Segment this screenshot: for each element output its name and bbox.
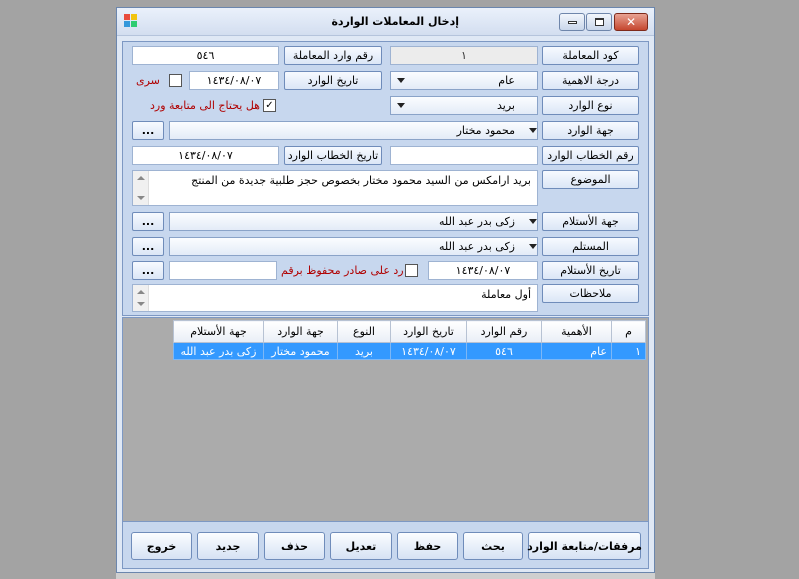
needs-followup-label: هل يحتاج الى متابعة ورد: [150, 99, 260, 112]
reply-saved-checkbox[interactable]: [405, 264, 418, 277]
chevron-down-icon: [397, 103, 405, 108]
column-header[interactable]: جهة الأستلام: [173, 320, 264, 343]
transactions-table: م الأهمية رقم الوارد تاريخ الوارد النوع …: [173, 320, 646, 360]
chevron-down-icon: [397, 78, 405, 83]
reply-saved-browse-button[interactable]: ...: [132, 261, 164, 280]
table-cell[interactable]: عام: [541, 342, 612, 360]
action-buttons-panel: مرفقات/متابعة الوارد بحث حفظ تعديل حذف ج…: [122, 521, 649, 569]
incoming-transactions-window: إدخال المعاملات الواردة ✕ كود المعاملة ١…: [116, 7, 655, 573]
incoming-party-value: محمود مختار: [456, 124, 515, 137]
scroll-up-icon: [137, 290, 145, 294]
recipient-select[interactable]: زكى بدر عبد الله: [169, 237, 538, 256]
notes-textarea[interactable]: أول معاملة: [132, 284, 538, 312]
subject-text: بريد ارامكس من السيد محمود مختار بخصوص ح…: [191, 174, 531, 187]
incoming-date-field[interactable]: ١٤٣٤/٠٨/٠٧: [189, 71, 279, 90]
column-header[interactable]: رقم الوارد: [466, 320, 542, 343]
minimize-button[interactable]: [559, 13, 585, 31]
table-cell[interactable]: ٥٤٦: [466, 342, 542, 360]
receiving-party-browse-button[interactable]: ...: [132, 212, 164, 231]
importance-value: عام: [498, 74, 515, 87]
secret-label: سرى: [136, 74, 160, 87]
reply-saved-label: رد على صادر محفوظ برقم: [281, 264, 404, 277]
exit-button[interactable]: خروج: [131, 532, 192, 560]
needs-followup-checkbox[interactable]: ✓: [263, 99, 276, 112]
recipient-label: المستلم: [542, 237, 639, 256]
new-button[interactable]: جديد: [197, 532, 259, 560]
receiving-party-select[interactable]: زكى بدر عبد الله: [169, 212, 538, 231]
attachments-button[interactable]: مرفقات/متابعة الوارد: [527, 532, 642, 560]
subject-scrollbar[interactable]: [133, 171, 149, 205]
secret-checkbox[interactable]: [169, 74, 182, 87]
table-header-row: م الأهمية رقم الوارد تاريخ الوارد النوع …: [173, 320, 646, 343]
letter-number-label: رقم الخطاب الوارد: [542, 146, 639, 165]
search-button[interactable]: بحث: [463, 532, 523, 560]
form-panel: كود المعاملة ١ رقم وارد المعاملة ٥٤٦ درج…: [122, 41, 649, 316]
maximize-button[interactable]: [586, 13, 612, 31]
incoming-type-value: بريد: [497, 99, 515, 112]
receiving-party-value: زكى بدر عبد الله: [439, 215, 515, 228]
table-row[interactable]: ١ عام ٥٤٦ ١٤٣٤/٠٨/٠٧ بريد محمود مختار زك…: [173, 342, 646, 360]
app-icon: [124, 14, 138, 28]
scroll-up-icon: [137, 176, 145, 180]
minimize-icon: [567, 20, 577, 24]
incoming-party-browse-button[interactable]: ...: [132, 121, 164, 140]
save-button[interactable]: حفظ: [397, 532, 458, 560]
incoming-date-label: تاريخ الوارد: [284, 71, 382, 90]
title-bar: إدخال المعاملات الواردة ✕: [117, 8, 654, 36]
column-header[interactable]: م: [611, 320, 646, 343]
reply-saved-field[interactable]: [169, 261, 277, 280]
delete-button[interactable]: حذف: [264, 532, 325, 560]
recipient-value: زكى بدر عبد الله: [439, 240, 515, 253]
incoming-number-field[interactable]: ٥٤٦: [132, 46, 279, 65]
receipt-date-field[interactable]: ١٤٣٤/٠٨/٠٧: [428, 261, 538, 280]
edit-button[interactable]: تعديل: [330, 532, 392, 560]
incoming-number-label: رقم وارد المعاملة: [284, 46, 382, 65]
incoming-type-label: نوع الوارد: [542, 96, 639, 115]
column-header[interactable]: جهة الوارد: [263, 320, 338, 343]
importance-label: درجة الاهمية: [542, 71, 639, 90]
letter-number-field[interactable]: [390, 146, 538, 165]
close-button[interactable]: ✕: [614, 13, 648, 31]
table-cell[interactable]: ١: [611, 342, 646, 360]
chevron-down-icon: [529, 219, 537, 224]
maximize-icon: [594, 18, 604, 26]
importance-select[interactable]: عام: [390, 71, 538, 90]
receipt-date-label: تاريخ الأستلام: [542, 261, 639, 280]
transaction-code-label: كود المعاملة: [542, 46, 639, 65]
transactions-grid[interactable]: م الأهمية رقم الوارد تاريخ الوارد النوع …: [122, 317, 649, 523]
receiving-party-label: جهة الأستلام: [542, 212, 639, 231]
chevron-down-icon: [529, 128, 537, 133]
notes-text: أول معاملة: [481, 288, 531, 301]
scroll-down-icon: [137, 302, 145, 306]
window-title: إدخال المعاملات الواردة: [331, 15, 459, 28]
notes-label: ملاحظات: [542, 284, 639, 303]
notes-scrollbar[interactable]: [133, 285, 149, 311]
window-bottom-edge: [116, 573, 655, 579]
subject-textarea[interactable]: بريد ارامكس من السيد محمود مختار بخصوص ح…: [132, 170, 538, 206]
table-cell[interactable]: ١٤٣٤/٠٨/٠٧: [390, 342, 467, 360]
transaction-code-field: ١: [390, 46, 538, 65]
scroll-down-icon: [137, 196, 145, 200]
close-icon: ✕: [625, 15, 637, 29]
column-header[interactable]: النوع: [337, 320, 391, 343]
subject-label: الموضوع: [542, 170, 639, 189]
incoming-party-select[interactable]: محمود مختار: [169, 121, 538, 140]
table-cell[interactable]: محمود مختار: [263, 342, 338, 360]
letter-date-label: تاريخ الخطاب الوارد: [284, 146, 382, 165]
table-cell[interactable]: بريد: [337, 342, 391, 360]
incoming-type-select[interactable]: بريد: [390, 96, 538, 115]
incoming-party-label: جهة الوارد: [542, 121, 639, 140]
check-icon: ✓: [265, 99, 274, 111]
recipient-browse-button[interactable]: ...: [132, 237, 164, 256]
column-header[interactable]: تاريخ الوارد: [390, 320, 467, 343]
chevron-down-icon: [529, 244, 537, 249]
letter-date-field[interactable]: ١٤٣٤/٠٨/٠٧: [132, 146, 279, 165]
table-cell[interactable]: زكى بدر عبد الله: [173, 342, 264, 360]
column-header[interactable]: الأهمية: [541, 320, 612, 343]
